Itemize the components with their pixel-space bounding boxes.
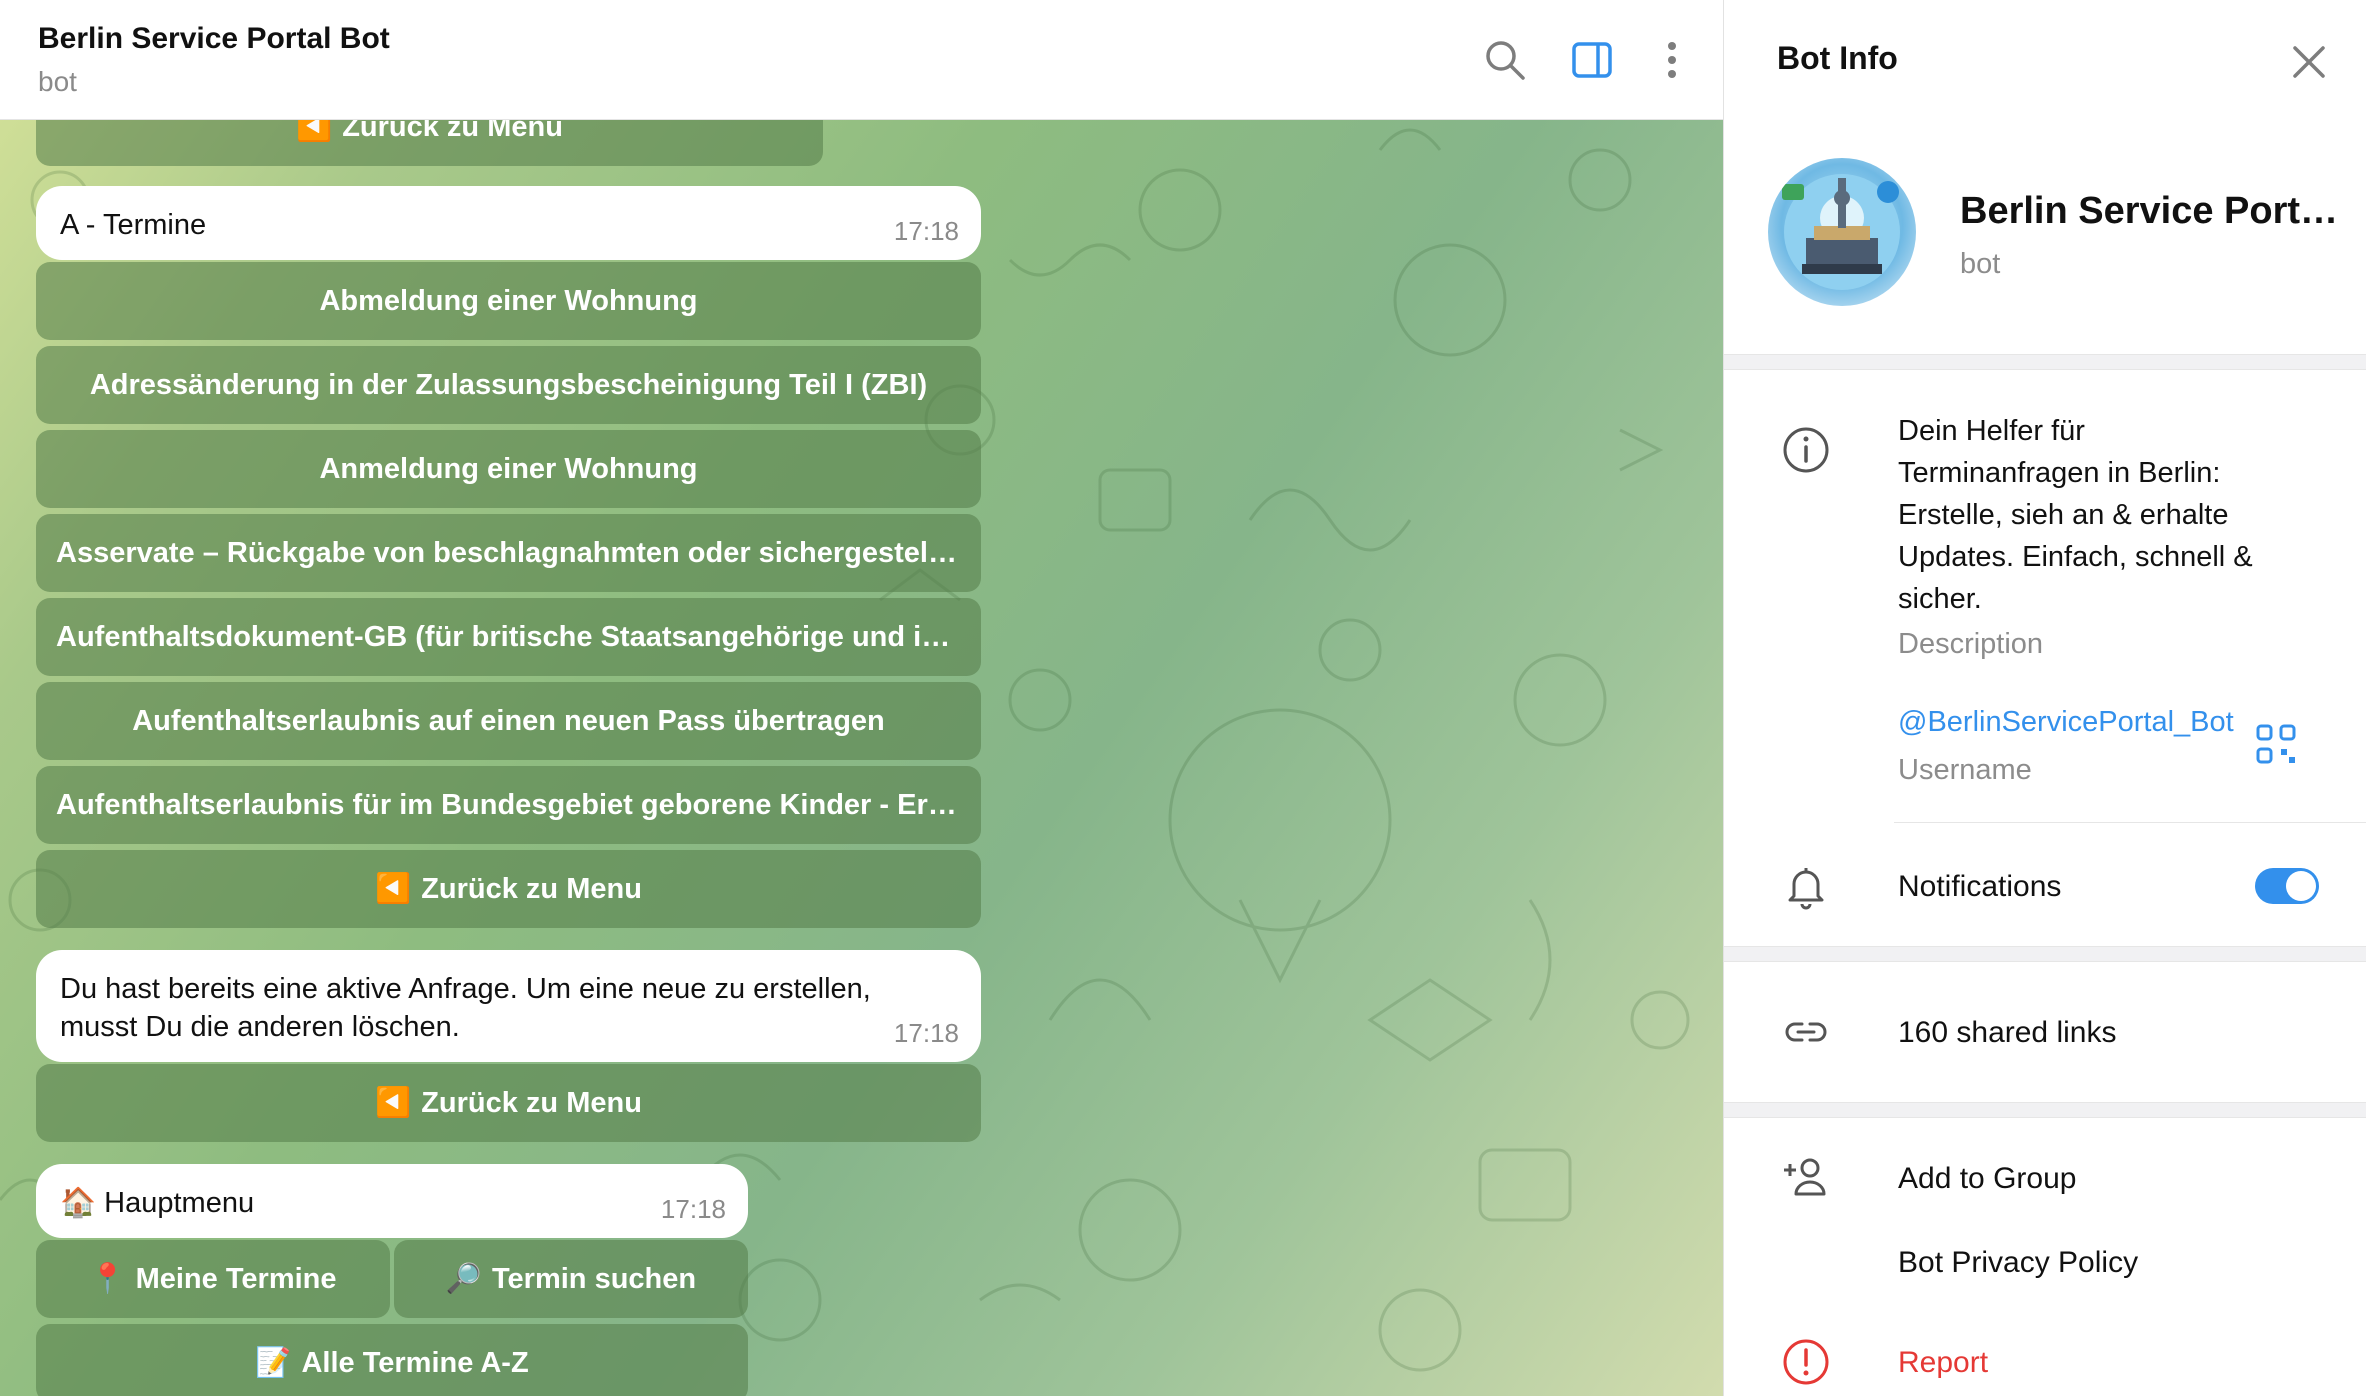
chat-area: ◀️ Zurück zu Menu A - Termine 17:18 Abme…	[0, 0, 1723, 1396]
username-label: Username	[1898, 754, 2032, 786]
chat-subtitle: bot	[38, 66, 77, 97]
keyboard-button[interactable]: Aufenthaltserlaubnis für im Bundesgebiet…	[36, 766, 981, 844]
keyboard-button[interactable]: Adressänderung in der Zulassungsbeschein…	[36, 346, 981, 424]
report-icon	[1783, 1339, 1829, 1385]
message-text: A - Termine	[60, 209, 207, 241]
panel-title: Bot Info	[1777, 40, 1898, 76]
search-appointment-button[interactable]: 🔎 Termin suchen	[394, 1240, 748, 1318]
message-bubble: A - Termine 17:18	[36, 186, 981, 260]
bell-icon	[1788, 868, 1824, 910]
link-icon	[1785, 1022, 1827, 1042]
info-icon	[1783, 427, 1829, 473]
close-icon[interactable]	[2285, 38, 2333, 86]
keyboard-button[interactable]: Asservate – Rückgabe von beschlagnahmten…	[36, 514, 981, 592]
add-to-group-item[interactable]: Add to Group	[1898, 1162, 2076, 1196]
bot-type: bot	[1960, 248, 2001, 280]
back-to-menu-button[interactable]: ◀️ Zurück zu Menu	[36, 1064, 981, 1142]
bot-privacy-policy-item[interactable]: Bot Privacy Policy	[1898, 1246, 2138, 1280]
message-text: Hauptmenu	[104, 1187, 255, 1219]
section-divider	[1724, 946, 2366, 962]
house-emoji-icon: 🏠	[60, 1187, 97, 1219]
message-time: 17:18	[893, 216, 959, 246]
bot-info-panel: Bot Info Berlin Service Port… bot Dein H…	[1723, 0, 2366, 1396]
my-appointments-button[interactable]: 📍 Meine Termine	[36, 1240, 390, 1318]
username-link[interactable]: @BerlinServicePortal_Bot	[1898, 706, 2234, 739]
back-to-menu-button[interactable]: ◀️ Zurück zu Menu	[36, 850, 981, 928]
divider-line	[1894, 822, 2366, 823]
message-time: 17:18	[893, 1018, 959, 1048]
chat-title[interactable]: Berlin Service Portal Bot	[38, 22, 390, 56]
all-appointments-button[interactable]: 📝 Alle Termine A-Z	[36, 1324, 748, 1396]
section-divider	[1724, 354, 2366, 370]
message-text-line: Du hast bereits eine aktive Anfrage. Um …	[60, 973, 871, 1005]
more-vertical-icon[interactable]	[1648, 36, 1696, 84]
keyboard-button[interactable]: Aufenthaltsdokument-GB (für britische St…	[36, 598, 981, 676]
qr-code-icon[interactable]	[2254, 722, 2298, 766]
keyboard-button[interactable]: Abmeldung einer Wohnung	[36, 262, 981, 340]
message-bubble: Du hast bereits eine aktive Anfrage. Um …	[36, 950, 981, 1062]
bot-name: Berlin Service Port…	[1960, 190, 2339, 232]
bot-description: Dein Helfer für Terminanfragen in Berlin…	[1898, 415, 2253, 615]
description-label: Description	[1898, 628, 2044, 660]
chat-header: Berlin Service Portal Bot bot	[0, 0, 1723, 120]
search-icon[interactable]	[1481, 36, 1529, 84]
bot-avatar	[1768, 158, 1916, 306]
keyboard-button[interactable]: Anmeldung einer Wohnung	[36, 430, 981, 508]
message-time: 17:18	[660, 1194, 726, 1224]
message-text-line: musst Du die anderen löschen.	[60, 1011, 460, 1043]
notifications-label: Notifications	[1898, 870, 2062, 903]
report-item[interactable]: Report	[1898, 1346, 1988, 1380]
shared-links-item[interactable]: 160 shared links	[1898, 1016, 2116, 1050]
add-user-icon	[1784, 1158, 1826, 1196]
section-divider	[1724, 1102, 2366, 1118]
keyboard-button[interactable]: Aufenthaltserlaubnis auf einen neuen Pas…	[36, 682, 981, 760]
message-bubble: 🏠 Hauptmenu 17:18	[36, 1164, 748, 1238]
sidebar-toggle-icon[interactable]	[1568, 36, 1616, 84]
toggle-knob	[2286, 871, 2316, 901]
notifications-toggle[interactable]	[2255, 868, 2319, 904]
